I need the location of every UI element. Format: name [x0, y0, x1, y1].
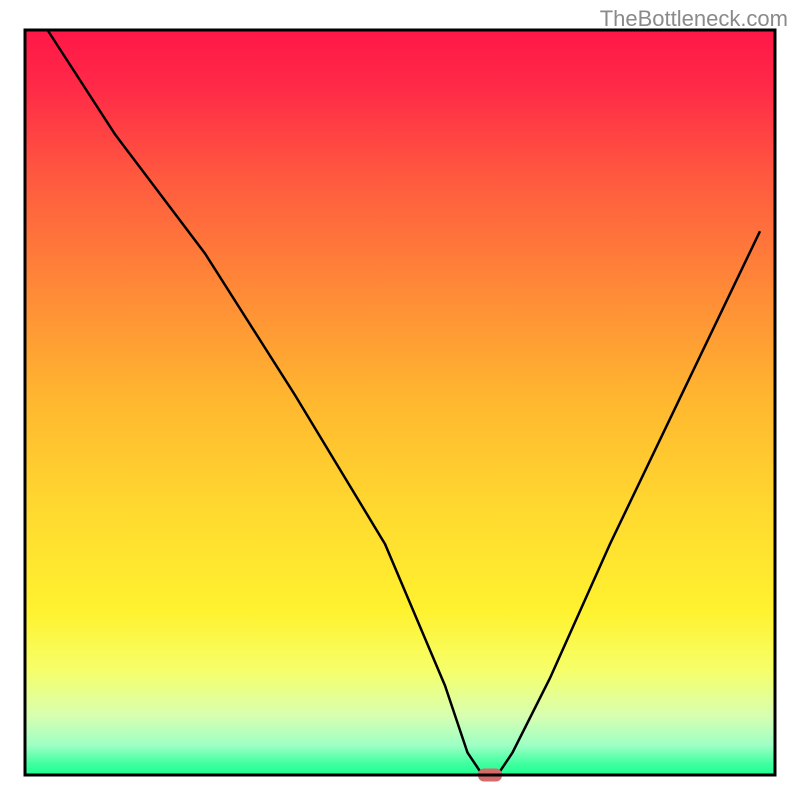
chart-container: TheBottleneck.com: [0, 0, 800, 800]
plot-background: [25, 30, 775, 775]
watermark-text: TheBottleneck.com: [600, 6, 788, 32]
bottleneck-chart: [0, 0, 800, 800]
